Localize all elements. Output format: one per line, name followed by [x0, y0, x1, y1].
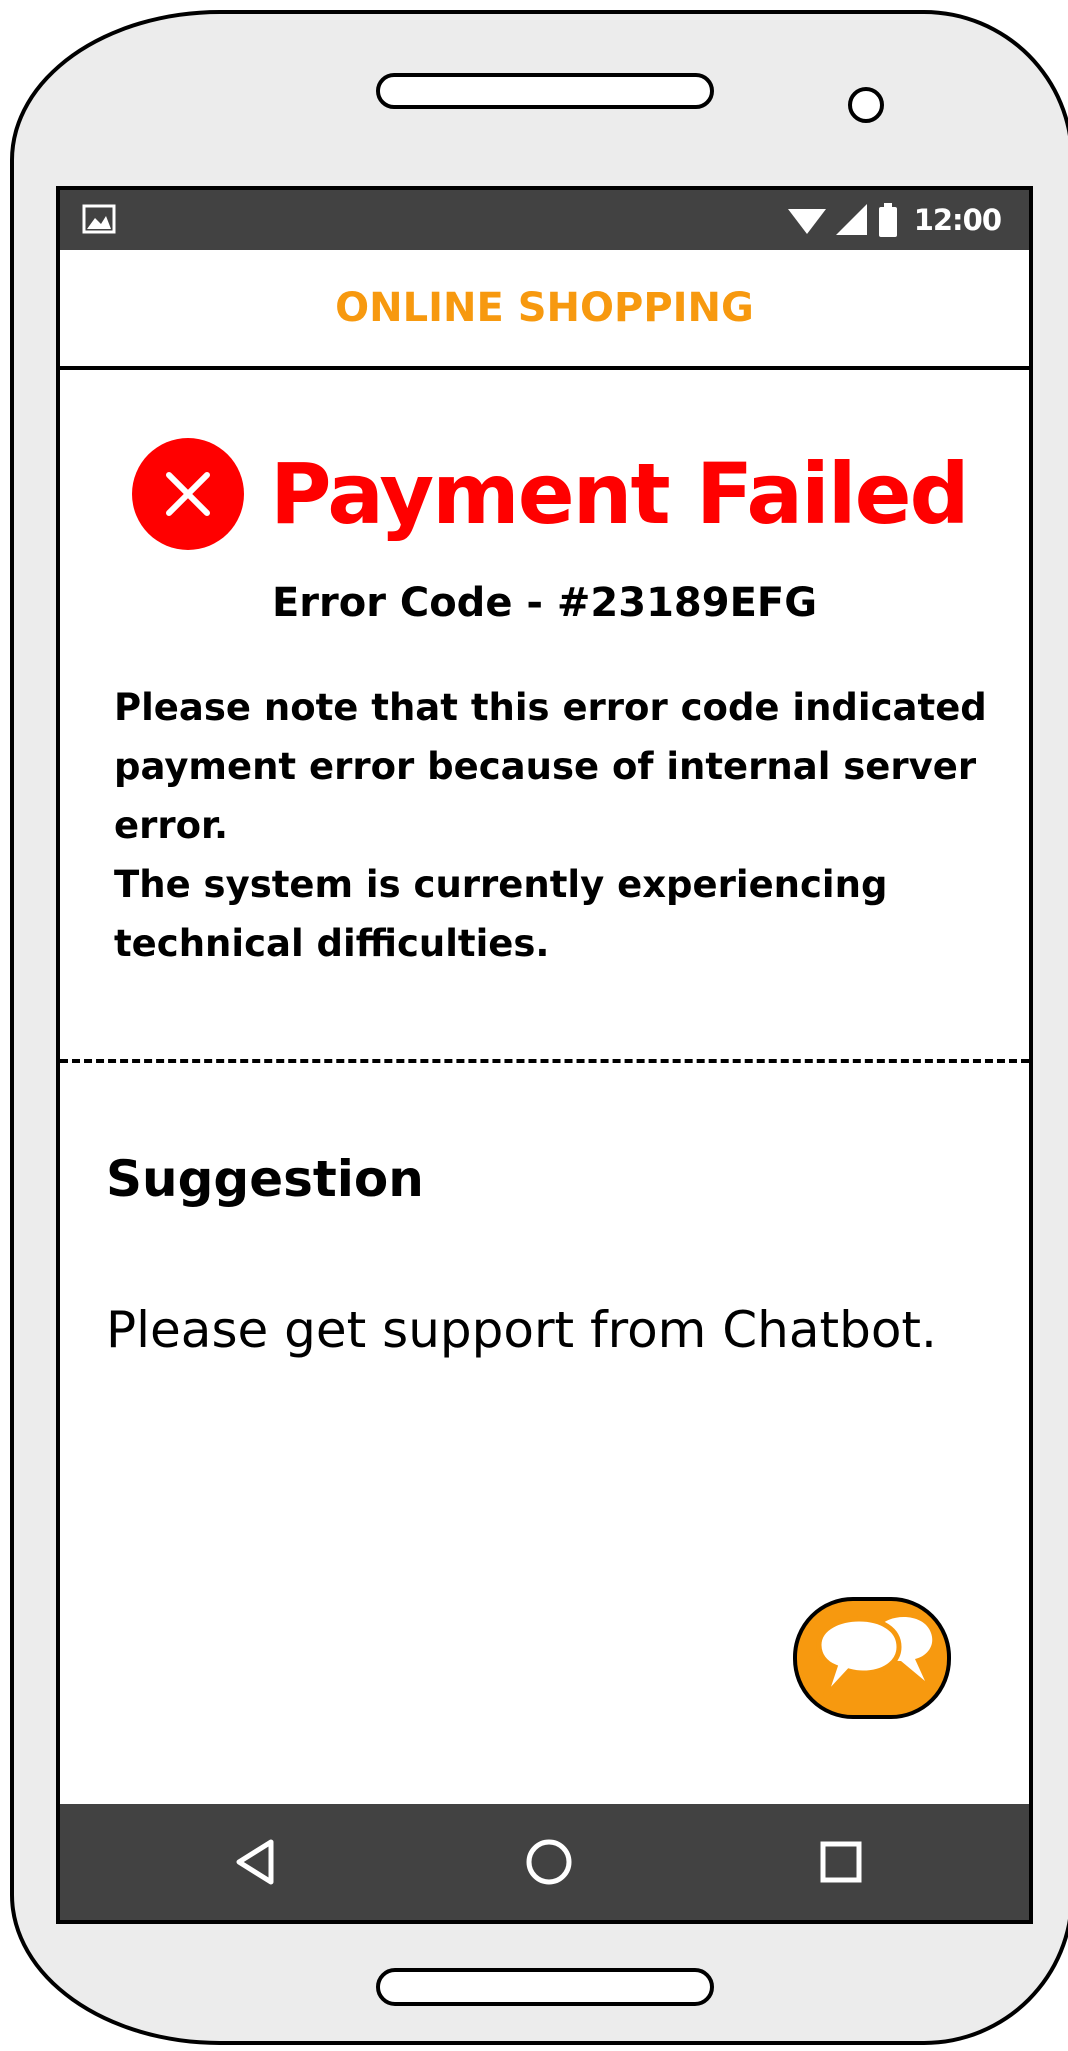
signal-icon: [835, 204, 867, 235]
nav-bar: [60, 1804, 1029, 1920]
error-title: Payment Failed: [270, 445, 970, 543]
error-code: Error Code - #23189EFG: [271, 580, 818, 626]
home-icon[interactable]: [519, 1832, 579, 1892]
earpiece-speaker: [376, 73, 714, 109]
app-header: ONLINE SHOPPING: [60, 250, 1029, 370]
app-title: ONLINE SHOPPING: [335, 285, 754, 331]
suggestion-text: Please get support from Chatbot.: [106, 1301, 937, 1359]
status-time: 12:00: [913, 203, 1002, 237]
error-x-icon: [132, 438, 244, 550]
image-icon: [82, 204, 116, 234]
status-bar: 12:00: [60, 190, 1029, 250]
error-heading: Payment Failed: [132, 438, 970, 550]
phone-frame: 12:00 ONLINE SHOPPING Payment Failed Err…: [10, 10, 1068, 2045]
error-message-line: The system is currently experiencing tec…: [114, 863, 888, 965]
phone-screen: 12:00 ONLINE SHOPPING Payment Failed Err…: [56, 186, 1033, 1924]
error-message: Please note that this error code indicat…: [114, 678, 1004, 973]
chatbot-button[interactable]: [793, 1597, 951, 1719]
chat-bubbles-icon: [816, 1616, 933, 1699]
back-icon[interactable]: [227, 1832, 287, 1892]
section-divider: [60, 1059, 1029, 1063]
wifi-icon: [787, 209, 826, 234]
front-camera: [848, 87, 884, 123]
battery-icon: [878, 203, 897, 237]
error-message-line: Please note that this error code indicat…: [114, 686, 987, 847]
recents-icon[interactable]: [811, 1832, 871, 1892]
home-slot: [376, 1968, 714, 2006]
suggestion-title: Suggestion: [106, 1150, 424, 1208]
